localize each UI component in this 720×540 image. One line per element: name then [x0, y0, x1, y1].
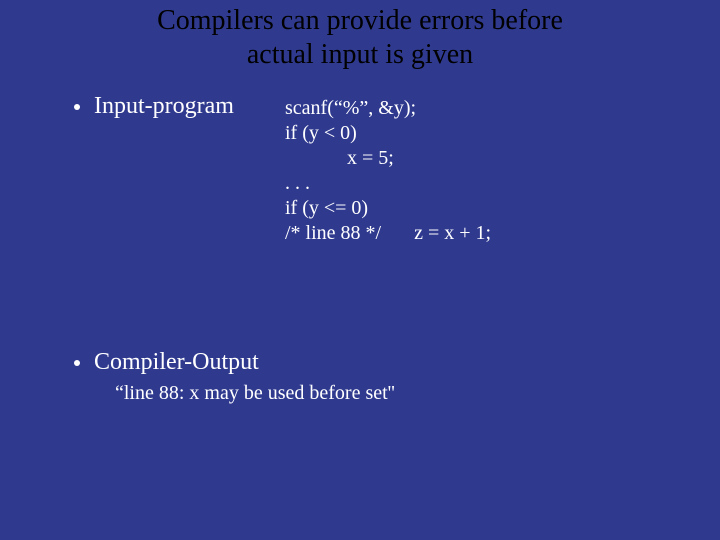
bullet-compiler-output: Compiler-Output: [74, 348, 259, 377]
code-line: x = 5;: [285, 146, 491, 171]
bullet-dot-icon: [74, 104, 80, 110]
code-assignment: z = x + 1;: [386, 221, 491, 246]
code-line: /* line 88 */ z = x + 1;: [285, 221, 491, 246]
bullet-text: Input-program: [94, 92, 234, 121]
bullet-text: Compiler-Output: [94, 348, 259, 377]
code-comment: /* line 88 */: [285, 222, 381, 244]
code-line: if (y < 0): [285, 121, 491, 146]
bullet-dot-icon: [74, 360, 80, 366]
code-line: scanf(“%”, &y);: [285, 96, 491, 121]
code-line: . . .: [285, 171, 491, 196]
compiler-output-text: “line 88: x may be used before set'': [115, 382, 395, 405]
title-line-2: actual input is given: [247, 39, 473, 70]
title-line-1: Compilers can provide errors before: [157, 5, 563, 36]
bullet-input-program: Input-program: [74, 92, 234, 121]
slide-title: Compilers can provide errors before actu…: [0, 4, 720, 71]
code-line: if (y <= 0): [285, 196, 491, 221]
code-block: scanf(“%”, &y); if (y < 0) x = 5; . . . …: [285, 96, 491, 246]
